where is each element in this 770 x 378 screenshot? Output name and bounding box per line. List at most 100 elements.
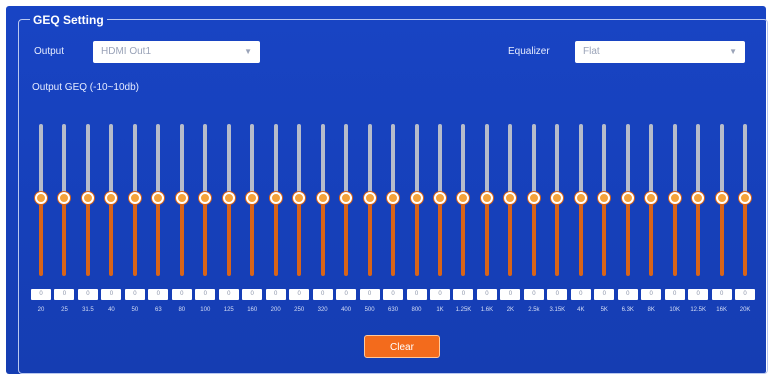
eq-slider-40[interactable] [105,124,118,276]
band-value-input[interactable]: 0 [688,289,709,300]
band-frequency-label: 200 [270,307,281,313]
eq-slider-1K[interactable] [433,124,446,276]
slider-handle[interactable] [668,192,681,204]
slider-track-upper [109,124,114,198]
eq-slider-63[interactable] [152,124,165,276]
slider-handle[interactable] [340,192,353,204]
slider-handle[interactable] [81,192,94,204]
band-value-input[interactable]: 0 [359,289,380,300]
slider-handle[interactable] [363,192,376,204]
slider-track-upper [484,124,489,198]
band-value-input[interactable]: 0 [641,289,662,300]
slider-track-upper [672,124,677,198]
band-frequency-label: 2K [506,307,515,313]
slider-handle[interactable] [433,192,446,204]
slider-handle[interactable] [222,192,235,204]
slider-handle[interactable] [574,192,587,204]
eq-slider-20K[interactable] [739,124,752,276]
band-value-input[interactable]: 0 [547,289,568,300]
eq-slider-31.5[interactable] [81,124,94,276]
equalizer-select[interactable]: Flat ▼ [575,41,745,63]
slider-track-lower [696,198,701,276]
band-value-input[interactable]: 0 [594,289,615,300]
eq-slider-2K[interactable] [504,124,517,276]
eq-slider-160[interactable] [246,124,259,276]
band-value-input[interactable]: 0 [101,289,122,300]
band-value-input[interactable]: 0 [124,289,145,300]
band-value-input[interactable]: 0 [735,289,756,300]
eq-slider-125[interactable] [222,124,235,276]
slider-handle[interactable] [527,192,540,204]
eq-slider-800[interactable] [410,124,423,276]
slider-handle[interactable] [35,192,47,204]
eq-slider-16K[interactable] [715,124,728,276]
slider-handle[interactable] [410,192,423,204]
band-value-input[interactable]: 0 [336,289,357,300]
band-value-input[interactable]: 0 [148,289,169,300]
eq-slider-400[interactable] [340,124,353,276]
eq-slider-1.6K[interactable] [480,124,493,276]
eq-slider-320[interactable] [316,124,329,276]
slider-handle[interactable] [739,192,752,204]
slider-handle[interactable] [175,192,188,204]
band-value-input[interactable]: 0 [218,289,239,300]
slider-handle[interactable] [715,192,728,204]
band-value-input[interactable]: 0 [453,289,474,300]
eq-slider-2.5k[interactable] [527,124,540,276]
eq-slider-6.3K[interactable] [621,124,634,276]
band-frequency-label: 500 [364,307,375,313]
band-value-input[interactable]: 0 [476,289,497,300]
band-frequency-label: 6.3K [621,307,634,313]
band-value-input[interactable]: 0 [289,289,310,300]
band-value-input[interactable]: 0 [523,289,544,300]
band-value-input[interactable]: 0 [570,289,591,300]
eq-slider-12.5K[interactable] [692,124,705,276]
slider-track-lower [555,198,560,276]
band-value-input[interactable]: 0 [265,289,286,300]
clear-button[interactable]: Clear [364,335,440,358]
slider-handle[interactable] [269,192,282,204]
band-frequency-label: 400 [341,307,352,313]
slider-handle[interactable] [621,192,634,204]
band-value-input[interactable]: 0 [406,289,427,300]
eq-slider-5K[interactable] [598,124,611,276]
band-value-input[interactable]: 0 [31,289,51,300]
slider-handle[interactable] [128,192,141,204]
eq-slider-10K[interactable] [668,124,681,276]
slider-track-lower [578,198,583,276]
output-select[interactable]: HDMI Out1 ▼ [93,41,260,63]
band-value-input[interactable]: 0 [242,289,263,300]
slider-track-upper [320,124,325,198]
eq-slider-100[interactable] [199,124,212,276]
band-frequency-label: 800 [411,307,422,313]
slider-handle[interactable] [316,192,329,204]
eq-slider-630[interactable] [387,124,400,276]
eq-slider-250[interactable] [293,124,306,276]
band-value-input[interactable]: 0 [500,289,521,300]
eq-slider-3.15K[interactable] [551,124,564,276]
eq-slider-1.25K[interactable] [457,124,470,276]
slider-track-lower [649,198,654,276]
eq-slider-25[interactable] [58,124,71,276]
eq-slider-80[interactable] [175,124,188,276]
band-value-input[interactable]: 0 [312,289,333,300]
eq-slider-20[interactable] [35,124,47,276]
eq-slider-200[interactable] [269,124,282,276]
band-value-input[interactable]: 0 [664,289,685,300]
band-value-input[interactable]: 0 [77,289,98,300]
band-value-input[interactable]: 0 [383,289,404,300]
band-value-input[interactable]: 0 [54,289,75,300]
slider-handle[interactable] [387,192,400,204]
band-value-input[interactable]: 0 [195,289,216,300]
band-value-input[interactable]: 0 [711,289,732,300]
band-value-input[interactable]: 0 [171,289,192,300]
eq-slider-500[interactable] [363,124,376,276]
band-frequency-label: 5K [600,307,608,313]
slider-track-lower [437,198,442,276]
band-value-input[interactable]: 0 [617,289,638,300]
slider-handle[interactable] [480,192,493,204]
eq-slider-50[interactable] [128,124,141,276]
eq-slider-4K[interactable] [574,124,587,276]
band-value-input[interactable]: 0 [429,289,450,300]
eq-slider-8K[interactable] [645,124,658,276]
